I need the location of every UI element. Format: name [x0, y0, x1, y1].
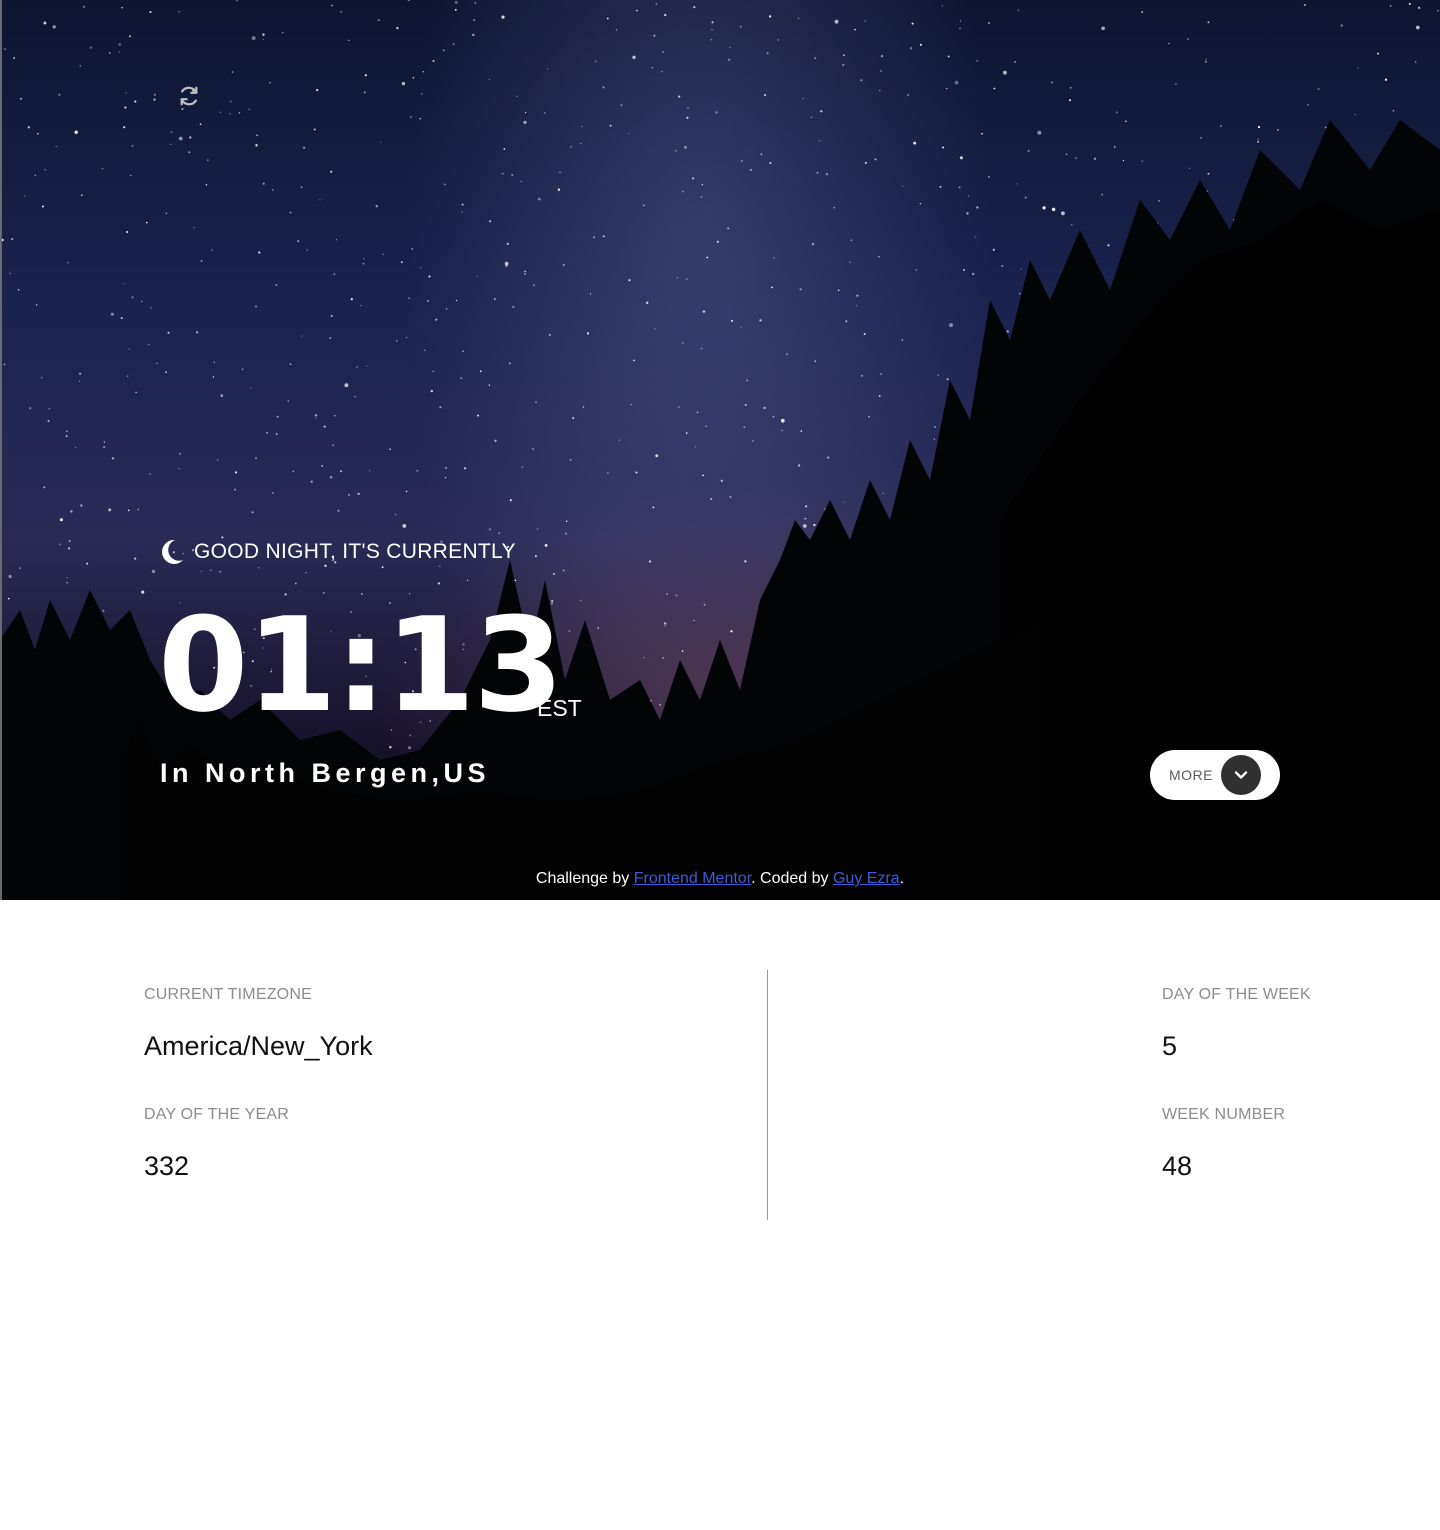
- day-of-week-label: DAY OF THE WEEK: [1162, 986, 1311, 1003]
- left-edge-border: [0, 0, 2, 900]
- details-panel: CURRENT TIMEZONE America/New_York DAY OF…: [0, 900, 1440, 1530]
- greeting-text: GOOD NIGHT, IT'S CURRENTLY: [194, 540, 516, 563]
- vertical-divider: [767, 970, 768, 1220]
- more-button[interactable]: MORE: [1150, 750, 1280, 800]
- author-link[interactable]: Guy Ezra: [833, 870, 900, 887]
- more-button-label: MORE: [1169, 767, 1213, 783]
- moon-icon: [162, 539, 183, 564]
- frontend-mentor-link[interactable]: Frontend Mentor: [634, 870, 751, 887]
- greeting: GOOD NIGHT, IT'S CURRENTLY: [158, 538, 516, 566]
- timezone-value: America/New_York: [144, 1031, 373, 1061]
- hero-background: GOOD NIGHT, IT'S CURRENTLY 01:13 EST In …: [0, 0, 1440, 900]
- timezone-label: CURRENT TIMEZONE: [144, 986, 312, 1003]
- refresh-icon[interactable]: [178, 85, 200, 107]
- chevron-down-icon: [1221, 755, 1261, 795]
- attribution: Challenge by Frontend Mentor. Coded by G…: [0, 870, 1440, 888]
- timezone-abbreviation: EST: [537, 695, 582, 721]
- day-of-week-value: 5: [1162, 1031, 1178, 1061]
- attribution-middle: . Coded by: [751, 870, 833, 887]
- day-of-year-value: 332: [144, 1151, 190, 1181]
- week-number-label: WEEK NUMBER: [1162, 1106, 1286, 1123]
- week-number-value: 48: [1162, 1151, 1193, 1181]
- location-text: In North Bergen,US: [160, 758, 491, 788]
- attribution-prefix: Challenge by: [535, 870, 634, 887]
- attribution-suffix: .: [899, 870, 905, 887]
- day-of-year-label: DAY OF THE YEAR: [144, 1106, 289, 1123]
- current-time: 01:13: [158, 589, 564, 741]
